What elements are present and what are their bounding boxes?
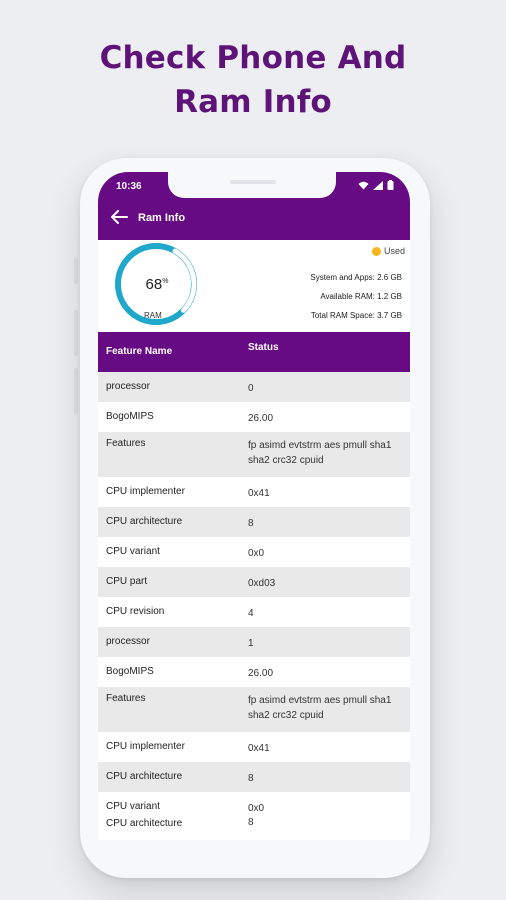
feature-name: processor bbox=[106, 381, 150, 392]
back-arrow-icon[interactable] bbox=[110, 210, 128, 224]
feature-name: CPU implementer bbox=[106, 486, 185, 497]
feature-name: BogoMIPS bbox=[106, 666, 154, 677]
table-row: CPU architecture 8 bbox=[98, 507, 410, 537]
feature-name: CPU architecture bbox=[106, 818, 183, 829]
feature-status: 0xd03 bbox=[248, 578, 276, 589]
phone-side-button bbox=[74, 310, 78, 356]
battery-icon bbox=[387, 180, 394, 190]
feature-name: CPU architecture bbox=[106, 516, 183, 527]
feature-status: 8 bbox=[248, 518, 254, 529]
column-header-status: Status bbox=[248, 342, 279, 353]
table-row: CPU variant 0x0 bbox=[98, 537, 410, 567]
phone-side-button bbox=[74, 258, 78, 284]
feature-name: CPU part bbox=[106, 576, 148, 587]
ram-info-panel: 68% RAM Used System and Apps: 2.6 GB Ava… bbox=[98, 240, 410, 330]
feature-status: 0 bbox=[248, 383, 254, 394]
feature-status: 26.00 bbox=[248, 668, 274, 679]
table-row: CPU implementer 0x41 bbox=[98, 477, 410, 507]
feature-status: 0x41 bbox=[248, 743, 270, 754]
table-row: BogoMIPS 26.00 bbox=[98, 657, 410, 687]
feature-status: fp asimd evtstrm aes pmull sha1 sha2 crc… bbox=[248, 440, 392, 466]
feature-name: CPU variant bbox=[106, 801, 160, 812]
table-row: CPU architecture 8 bbox=[98, 762, 410, 792]
screen-title: Ram Info bbox=[138, 212, 186, 224]
gauge-label: RAM bbox=[144, 311, 162, 320]
wifi-icon bbox=[358, 181, 369, 190]
feature-status: fp asimd evtstrm aes pmull sha1 sha2 crc… bbox=[248, 695, 392, 721]
available-ram-stat: Available RAM: 1.2 GB bbox=[320, 292, 402, 301]
feature-status: 8 bbox=[248, 817, 254, 828]
signal-icon bbox=[373, 181, 383, 190]
table-row: processor 0 bbox=[98, 372, 410, 402]
feature-name: CPU revision bbox=[106, 606, 165, 617]
feature-status: 0x0 bbox=[248, 548, 265, 559]
feature-status: 4 bbox=[248, 608, 254, 619]
feature-status: 1 bbox=[248, 638, 254, 649]
feature-name: CPU implementer bbox=[106, 741, 185, 752]
speaker-grille bbox=[230, 180, 276, 184]
feature-status: 8 bbox=[248, 773, 254, 784]
feature-table[interactable]: processor 0 BogoMIPS 26.00 Features fp asimd … bbox=[98, 372, 410, 822]
ram-percent-value: 68 bbox=[145, 276, 163, 293]
feature-name: BogoMIPS bbox=[106, 411, 154, 422]
table-row: CPU revision 4 bbox=[98, 597, 410, 627]
headline-line-1: Check Phone And bbox=[99, 40, 407, 76]
feature-status: 0x41 bbox=[248, 488, 270, 499]
ram-percent: 68% bbox=[128, 276, 186, 293]
promo-headline: Check Phone And Ram Info bbox=[0, 36, 506, 124]
table-row: CPU implementer 0x41 bbox=[98, 732, 410, 762]
used-legend-dot bbox=[371, 246, 381, 256]
status-time: 10:36 bbox=[116, 181, 142, 192]
table-row: CPU part 0xd03 bbox=[98, 567, 410, 597]
legend: Used bbox=[371, 246, 405, 256]
table-header: Feature Name Status bbox=[98, 332, 410, 372]
phone-notch bbox=[168, 172, 336, 198]
headline-line-2: Ram Info bbox=[174, 84, 332, 120]
column-header-feature: Feature Name bbox=[106, 346, 173, 357]
screen-bottom-bezel bbox=[98, 840, 410, 864]
feature-name: CPU architecture bbox=[106, 771, 183, 782]
table-row: processor 1 bbox=[98, 627, 410, 657]
feature-status: 26.00 bbox=[248, 413, 274, 424]
table-row: Features fp asimd evtstrm aes pmull sha1 … bbox=[98, 687, 410, 732]
table-row: Features fp asimd evtstrm aes pmull sha1 … bbox=[98, 432, 410, 477]
phone-side-button bbox=[74, 368, 78, 414]
system-apps-stat: System and Apps: 2.6 GB bbox=[310, 273, 402, 282]
total-ram-stat: Total RAM Space: 3.7 GB bbox=[310, 311, 402, 320]
legend-label: Used bbox=[383, 246, 405, 256]
table-row: BogoMIPS 26.00 bbox=[98, 402, 410, 432]
phone-screen: 10:36 Ram Info 68% RAM Used System and A… bbox=[98, 172, 410, 864]
feature-name: Features bbox=[106, 693, 146, 704]
feature-name: CPU variant bbox=[106, 546, 160, 557]
ram-percent-sign: % bbox=[162, 278, 169, 285]
status-icons bbox=[358, 180, 394, 190]
feature-name: processor bbox=[106, 636, 150, 647]
feature-name: Features bbox=[106, 438, 146, 449]
